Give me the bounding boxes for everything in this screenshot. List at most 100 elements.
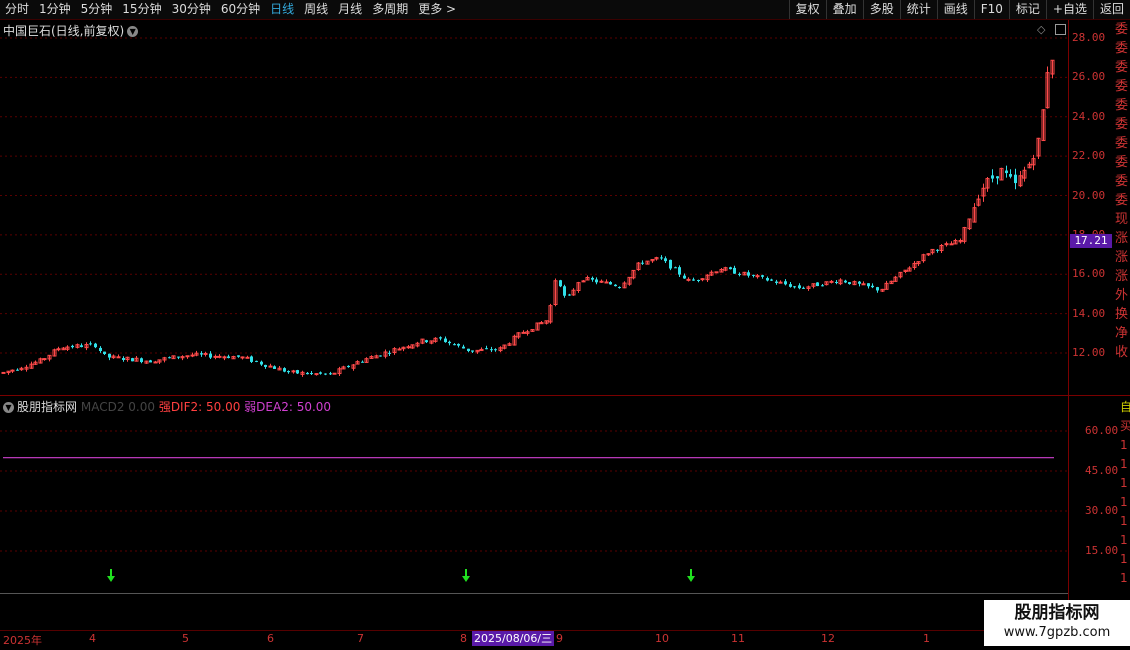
candle-body-up	[332, 372, 337, 375]
candle-body-down	[310, 373, 313, 375]
indicator-plot	[3, 457, 1054, 582]
candle-body-down	[439, 337, 442, 339]
quote-strip-char: 换	[1114, 307, 1128, 322]
arrow-head	[107, 576, 115, 582]
candle-body-down	[697, 279, 700, 281]
candle-body-down	[319, 372, 322, 374]
candle-body-up	[190, 354, 195, 357]
quote-strip-char: 现	[1114, 212, 1128, 227]
date-label: 9	[556, 632, 563, 645]
quote-strip-char: 委	[1114, 79, 1128, 94]
candle-body-down	[729, 267, 732, 270]
candle-body-down	[379, 355, 382, 357]
candle-body-down	[664, 258, 667, 262]
candle-body-down	[494, 349, 497, 351]
candle-body-down	[140, 358, 143, 363]
price-axis-label: 14.00	[1072, 307, 1106, 320]
quote-strip-char: 涨	[1114, 250, 1128, 265]
candle-body-down	[683, 275, 686, 279]
indicator-side-strip: 自 买 1 1 1 1 1 1 1 1	[1120, 398, 1130, 598]
candle-body-down	[287, 371, 290, 373]
date-label: 12	[821, 632, 835, 645]
date-label: 4	[89, 632, 96, 645]
candle-body-down	[660, 257, 663, 259]
candle-body-up	[291, 370, 296, 373]
candle-body-down	[324, 373, 327, 375]
candle-body-up	[314, 373, 319, 376]
candle-body-down	[453, 344, 456, 346]
candle-body-down	[237, 355, 240, 357]
candle-body-down	[490, 349, 493, 351]
quote-strip-char: 委	[1114, 136, 1128, 151]
price-axis-label: 26.00	[1072, 70, 1106, 83]
candle-body-down	[255, 360, 258, 362]
candle-body-down	[108, 353, 111, 358]
candle-body-down	[89, 343, 92, 345]
candle-body-up	[1, 371, 6, 374]
candle-body-down	[669, 259, 672, 269]
kline-chart[interactable]	[0, 0, 1130, 650]
candle-body-up	[581, 280, 586, 283]
candle-body-up	[406, 346, 411, 349]
candle-body-down	[273, 366, 276, 369]
chevron-down-icon[interactable]: ▼	[3, 402, 14, 413]
quote-strip-char: 净	[1114, 326, 1128, 341]
candle-body-down	[996, 176, 999, 179]
candle-body-down	[149, 360, 152, 363]
candle-body-down	[177, 356, 180, 358]
side-strip-char: 1	[1120, 552, 1128, 566]
side-strip-char: 1	[1120, 457, 1128, 471]
candle-body-down	[99, 347, 102, 352]
diamond-icon[interactable]: ◇	[1037, 23, 1045, 36]
candle-body-down	[448, 341, 451, 344]
candle-body-down	[821, 285, 824, 287]
candle-body-down	[361, 361, 364, 363]
candle-body-up	[755, 275, 760, 278]
candle-body-down	[103, 351, 106, 355]
watermark-url: www.7gpzb.com	[1003, 625, 1111, 640]
price-axis-label: 28.00	[1072, 31, 1106, 44]
quote-strip-char: 委	[1114, 193, 1128, 208]
candle-body-down	[283, 368, 286, 372]
candle-body-down	[618, 287, 621, 289]
quote-strip-char: 外	[1114, 288, 1128, 303]
candle-body-up	[700, 278, 705, 281]
window-toggle-icon[interactable]	[1055, 24, 1066, 35]
indicator-dea-value: 弱DEA2: 50.00	[244, 400, 332, 414]
candle-body-down	[595, 279, 598, 283]
candle-body-down	[816, 282, 819, 287]
date-label: 2025年	[3, 634, 42, 647]
candle-body-down	[1014, 174, 1017, 184]
candle-body-down	[802, 287, 805, 289]
candle-body-down	[738, 273, 741, 275]
candle-body-down	[388, 352, 391, 354]
quote-strip-char: 委	[1114, 174, 1128, 189]
candlesticks	[1, 59, 1055, 377]
candle-body-up	[599, 280, 604, 283]
price-axis-label: 22.00	[1072, 149, 1106, 162]
candle-body-up	[268, 365, 273, 368]
date-cursor-label: 2025/08/06/三	[472, 631, 555, 646]
quote-strip-char: 委	[1114, 22, 1128, 37]
candle-body-up	[203, 352, 208, 355]
indicator-name[interactable]: 股朋指标网	[17, 400, 77, 414]
candle-body-down	[876, 287, 879, 291]
candle-body-down	[131, 358, 134, 362]
candle-body-down	[835, 281, 838, 283]
candle-body-down	[457, 343, 460, 346]
quote-strip-char: 委	[1114, 98, 1128, 113]
candle-body-down	[674, 267, 677, 269]
side-strip-char: 1	[1120, 438, 1128, 452]
indicator-dif-value: 强DIF2: 50.00	[158, 400, 241, 414]
candle-body-down	[168, 357, 171, 359]
candle-body-down	[16, 369, 19, 371]
chevron-down-icon[interactable]: ▼	[127, 26, 139, 37]
candle-body-down	[71, 345, 74, 348]
candle-body-up	[397, 348, 402, 351]
candle-body-down	[425, 340, 428, 343]
watermark-logo: 股朋指标网 www.7gpzb.com	[984, 600, 1130, 646]
down-arrow-signal	[687, 569, 695, 582]
indicator-axis-label: 60.00	[1085, 424, 1119, 437]
side-strip-char: 1	[1120, 495, 1128, 509]
stock-title[interactable]: 中国巨石(日线,前复权) ▼	[3, 22, 139, 39]
